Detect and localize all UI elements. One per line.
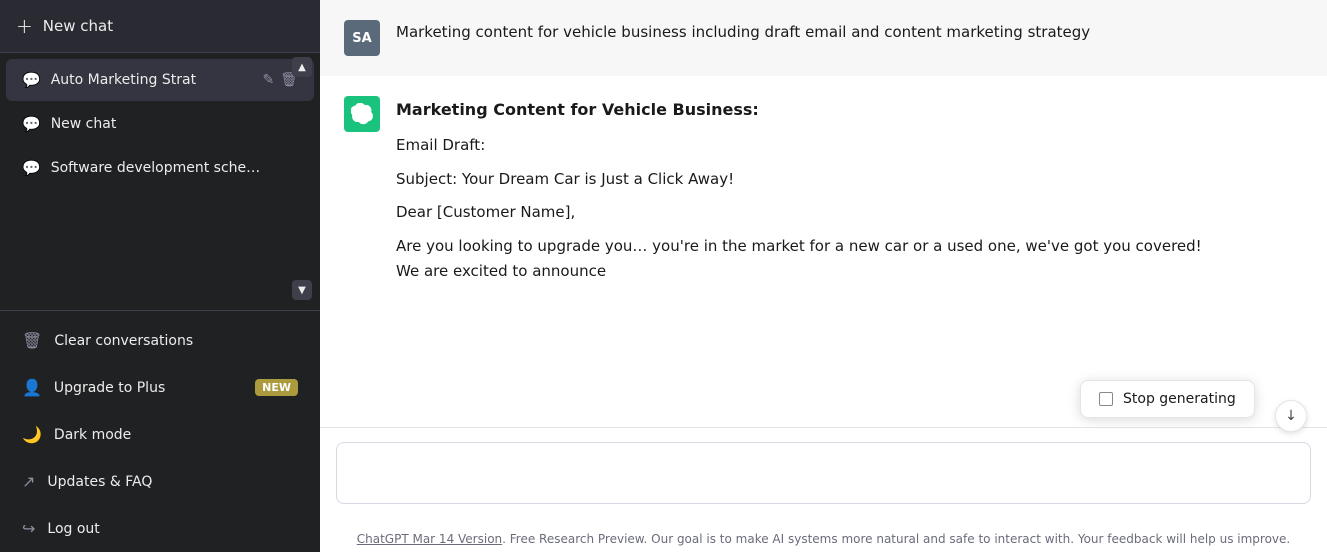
gpt-icon [351, 103, 373, 125]
input-area [320, 427, 1327, 522]
chat-item-label-3: Software development sche… [51, 160, 298, 176]
subject-line: Subject: Your Dream Car is Just a Click … [396, 167, 1216, 193]
scroll-down-icon: ↓ [1285, 408, 1297, 424]
ai-message: Marketing Content for Vehicle Business: … [320, 76, 1327, 313]
stop-generating-popup[interactable]: Stop generating [1080, 380, 1255, 418]
sidebar-item-software-dev[interactable]: 💬 Software development sche… [6, 147, 314, 189]
sidebar-item-upgrade-to-plus[interactable]: 👤 Upgrade to Plus NEW [6, 366, 314, 409]
plus-icon: + [16, 14, 33, 38]
user-message-text: Marketing content for vehicle business i… [396, 20, 1090, 44]
moon-icon: 🌙 [22, 425, 42, 444]
new-chat-label: New chat [43, 17, 113, 35]
stop-label: Stop generating [1123, 391, 1236, 407]
footer-link[interactable]: ChatGPT Mar 14 Version [357, 532, 502, 546]
footer-text-content: . Free Research Preview. Our goal is to … [502, 532, 1290, 546]
edit-icon[interactable]: ✎ [262, 72, 274, 88]
updates-faq-label: Updates & FAQ [47, 474, 152, 490]
chat-icon-3: 💬 [22, 159, 41, 177]
sidebar-item-auto-marketing[interactable]: 💬 Auto Marketing Strat ✎ 🗑 [6, 59, 314, 101]
chat-area: SA Marketing content for vehicle busines… [320, 0, 1327, 427]
chat-icon-2: 💬 [22, 115, 41, 133]
new-badge: NEW [255, 379, 298, 396]
sidebar-scroll: ▲ 💬 Auto Marketing Strat ✎ 🗑 💬 New chat … [0, 53, 320, 304]
scroll-up-button[interactable]: ▲ [292, 57, 312, 77]
dark-mode-label: Dark mode [54, 427, 131, 443]
sidebar-item-updates-faq[interactable]: ↗ Updates & FAQ [6, 460, 314, 503]
email-draft-label: Email Draft: [396, 133, 1216, 159]
body-text: Are you looking to upgrade you… you're i… [396, 234, 1216, 285]
sidebar-divider [0, 310, 320, 311]
chat-item-label-2: New chat [51, 116, 298, 132]
ai-heading: Marketing Content for Vehicle Business: [396, 96, 1216, 123]
salutation: Dear [Customer Name], [396, 200, 1216, 226]
external-link-icon: ↗ [22, 472, 35, 491]
ai-message-content: Marketing Content for Vehicle Business: … [396, 96, 1216, 293]
clear-conversations-label: Clear conversations [54, 333, 193, 349]
person-icon: 👤 [22, 378, 42, 397]
sidebar-item-clear-conversations[interactable]: 🗑 Clear conversations [6, 319, 314, 362]
sidebar-item-log-out[interactable]: ↪ Log out [6, 507, 314, 550]
trash-icon: 🗑 [22, 331, 42, 350]
main-wrapper: SA Marketing content for vehicle busines… [320, 0, 1327, 552]
sidebar-item-dark-mode[interactable]: 🌙 Dark mode [6, 413, 314, 456]
gpt-avatar [344, 96, 380, 132]
logout-icon: ↪ [22, 519, 35, 538]
new-chat-button[interactable]: + New chat [0, 0, 320, 53]
scroll-down-button[interactable]: ▼ [292, 280, 312, 300]
scroll-down-main-button[interactable]: ↓ [1275, 400, 1307, 432]
chat-list: 💬 Auto Marketing Strat ✎ 🗑 💬 New chat 💬 … [0, 53, 320, 195]
upgrade-label: Upgrade to Plus [54, 380, 165, 396]
sidebar: + New chat ▲ 💬 Auto Marketing Strat ✎ 🗑 … [0, 0, 320, 552]
main: SA Marketing content for vehicle busines… [320, 0, 1327, 552]
user-message: SA Marketing content for vehicle busines… [320, 0, 1327, 76]
stop-checkbox [1099, 392, 1113, 406]
chat-input[interactable] [336, 442, 1311, 504]
chat-icon: 💬 [22, 71, 41, 89]
avatar: SA [344, 20, 380, 56]
chat-item-label: Auto Marketing Strat [51, 72, 253, 88]
footer: ChatGPT Mar 14 Version. Free Research Pr… [320, 522, 1327, 552]
log-out-label: Log out [47, 521, 99, 537]
sidebar-item-new-chat[interactable]: 💬 New chat [6, 103, 314, 145]
